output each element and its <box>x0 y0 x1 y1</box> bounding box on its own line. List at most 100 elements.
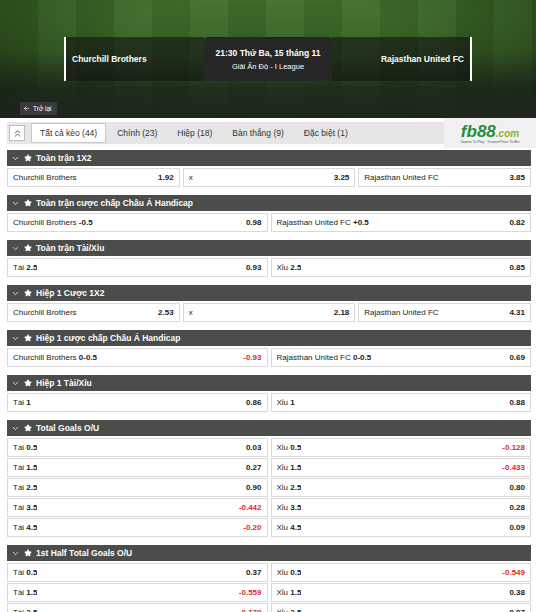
odds-rows: Churchill Brothers1.92x3.25Rajasthan Uni… <box>7 168 531 187</box>
odds-cell[interactable]: Xỉu 10.88 <box>271 393 532 412</box>
market-tab[interactable]: Hiệp (18) <box>168 123 221 143</box>
odds-row: Tài 1.50.27Xỉu 1.5-0.433 <box>7 458 531 477</box>
market-section: Hiệp 1 cược chấp Châu Á Handicap Churchil… <box>7 330 531 367</box>
handicap-line: 0-0.5 <box>79 353 97 362</box>
odds-cell[interactable]: Tài 0.50.03 <box>7 438 268 457</box>
section-title: Toàn trận cược chấp Châu Á Handicap <box>36 198 193 208</box>
selection-label: Xỉu 1.5 <box>277 588 302 597</box>
odds-value: 0.28 <box>509 503 525 512</box>
odds-cell[interactable]: Xỉu 1.50.38 <box>271 583 532 602</box>
tab-strip: Tất cả kèo (44)Chính (23)Hiệp (18)Bàn th… <box>7 122 444 144</box>
section-header[interactable]: Toàn trận 1X2 <box>7 150 531 166</box>
selection-label: Xỉu 3.5 <box>277 503 302 512</box>
back-row: Trở lại <box>0 102 536 118</box>
odds-cell[interactable]: Tài 0.5 0.37 <box>7 563 268 582</box>
market-tab[interactable]: Tất cả kèo (44) <box>31 123 106 143</box>
odds-cell[interactable]: Churchill Brothers1.92 <box>7 168 180 187</box>
handicap-line: 3.5 <box>290 503 301 512</box>
expand-icon <box>11 424 20 433</box>
market-tab[interactable]: Bàn thắng (9) <box>223 123 293 143</box>
odds-row: Tài 1.5-0.559Xỉu 1.50.38 <box>7 583 531 602</box>
odds-cell[interactable]: Tài 1.50.27 <box>7 458 268 477</box>
odds-cell[interactable]: Xỉu 2.5 0.80 <box>271 478 532 497</box>
selection-label: Xỉu 2.5 <box>277 263 302 272</box>
favorite-star-icon <box>24 199 32 207</box>
odds-value: 0.03 <box>246 443 262 452</box>
market-section: Toàn trận 1X2 Churchill Brothers1.92x3.25… <box>7 150 531 187</box>
fb88-logo: fb88.comGames To Play Trusted Place To B… <box>444 118 536 148</box>
odds-value: 0.86 <box>246 398 262 407</box>
handicap-line: +0.5 <box>353 218 369 227</box>
selection-label: Xỉu 2.5 <box>277 483 302 492</box>
odds-cell[interactable]: Tài 1.5-0.559 <box>7 583 268 602</box>
odds-value: 0.80 <box>509 483 525 492</box>
odds-value: 4.31 <box>509 308 525 317</box>
market-tab[interactable]: Chính (23) <box>108 123 166 143</box>
selection-label: x <box>189 173 193 182</box>
odds-value: 0.98 <box>246 218 262 227</box>
odds-cell[interactable]: x3.25 <box>183 168 356 187</box>
odds-cell[interactable]: Xỉu 3.5 0.28 <box>271 498 532 517</box>
handicap-line: 2.5 <box>290 263 301 272</box>
section-header[interactable]: Hiệp 1 Cược 1X2 <box>7 285 531 301</box>
odds-cell[interactable]: Churchill Brothers2.53 <box>7 303 180 322</box>
handicap-line: 2.5 <box>290 483 301 492</box>
selection-label: Churchill Brothers <box>13 308 77 317</box>
odds-cell[interactable]: x2.18 <box>183 303 356 322</box>
handicap-line: 1.5 <box>290 588 301 597</box>
odds-value: -0.179 <box>239 608 262 612</box>
odds-value: -0.559 <box>239 588 262 597</box>
odds-cell[interactable]: Tài 2.50.90 <box>7 478 268 497</box>
odds-value: 0.37 <box>246 568 262 577</box>
collapse-all-button[interactable] <box>9 125 25 141</box>
odds-cell[interactable]: Rajasthan United FC +0.50.82 <box>271 213 532 232</box>
odds-rows: Tài 0.50.03Xỉu 0.5-0.128Tài 1.50.27Xỉu 1… <box>7 438 531 537</box>
section-header[interactable]: Hiệp 1 cược chấp Châu Á Handicap <box>7 330 531 346</box>
selection-label: Churchill Brothers 0-0.5 <box>13 353 97 362</box>
odds-cell[interactable]: Rajasthan United FC3.85 <box>358 168 531 187</box>
selection-label: x <box>189 308 193 317</box>
odds-cell[interactable]: Xỉu 0.5-0.128 <box>271 438 532 457</box>
odds-cell[interactable]: Tài 2.5-0.179 <box>7 603 268 612</box>
odds-cell[interactable]: Xỉu 1.5-0.433 <box>271 458 532 477</box>
section-header[interactable]: 1st Half Total Goals O/U <box>7 545 531 561</box>
expand-icon <box>11 244 20 253</box>
odds-cell[interactable]: Xỉu 2.50.07 <box>271 603 532 612</box>
expand-icon <box>11 199 20 208</box>
section-header[interactable]: Hiệp 1 Tài/Xỉu <box>7 375 531 391</box>
odds-value: 0.82 <box>509 218 525 227</box>
odds-cell[interactable]: Tài 3.5-0.442 <box>7 498 268 517</box>
collapse-icon <box>12 128 23 139</box>
odds-cell[interactable]: Xỉu 2.5 0.85 <box>271 258 532 277</box>
selection-label: Tài 2.5 <box>13 483 37 492</box>
odds-cell[interactable]: Tài 10.86 <box>7 393 268 412</box>
favorite-star-icon <box>24 289 32 297</box>
odds-cell[interactable]: Churchill Brothers -0.50.98 <box>7 213 268 232</box>
selection-label: Rajasthan United FC <box>364 173 438 182</box>
odds-value: -0.549 <box>502 568 525 577</box>
selection-label: Churchill Brothers <box>13 173 77 182</box>
odds-cell[interactable]: Tài 4.5-0.20 <box>7 518 268 537</box>
odds-cell[interactable]: Rajasthan United FC4.31 <box>358 303 531 322</box>
selection-label: Tài 0.5 <box>13 568 37 577</box>
tab-bar: Tất cả kèo (44)Chính (23)Hiệp (18)Bàn th… <box>0 118 536 148</box>
selection-label: Xỉu 1.5 <box>277 463 302 472</box>
handicap-line: 4.5 <box>290 523 301 532</box>
section-header[interactable]: Toàn trận Tài/Xỉu <box>7 240 531 256</box>
favorite-star-icon <box>24 334 32 342</box>
back-button[interactable]: Trở lại <box>20 102 57 115</box>
odds-cell[interactable]: Rajasthan United FC 0-0.50.69 <box>271 348 532 367</box>
section-header[interactable]: Total Goals O/U <box>7 420 531 436</box>
odds-cell[interactable]: Xỉu 0.5-0.549 <box>271 563 532 582</box>
handicap-line: 1.5 <box>26 463 37 472</box>
odds-value: -0.442 <box>239 503 262 512</box>
odds-cell[interactable]: Churchill Brothers 0-0.5-0.93 <box>7 348 268 367</box>
odds-cell[interactable]: Tài 2.50.93 <box>7 258 268 277</box>
section-header[interactable]: Toàn trận cược chấp Châu Á Handicap <box>7 195 531 211</box>
league-name: Giải Ấn Độ - I League <box>232 62 304 71</box>
handicap-line: 4.5 <box>26 523 37 532</box>
odds-value: 0.85 <box>509 263 525 272</box>
market-tab[interactable]: Đặc biệt (1) <box>295 123 357 143</box>
odds-cell[interactable]: Xỉu 4.50.09 <box>271 518 532 537</box>
odds-rows: Tài 0.50.37Xỉu 0.5-0.549Tài 1.5-0.559Xỉu… <box>7 563 531 612</box>
